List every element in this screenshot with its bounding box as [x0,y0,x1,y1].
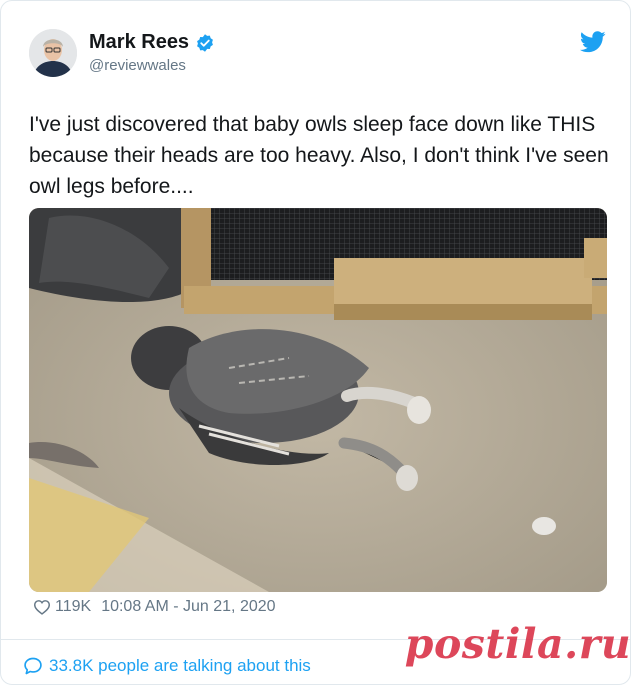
tweet-card: Mark Rees @reviewwales I've just discove… [0,0,631,685]
tweet-text: I've just discovered that baby owls slee… [29,113,609,198]
twitter-bird-icon[interactable] [580,31,606,53]
author-name-row[interactable]: Mark Rees [89,31,215,54]
heart-icon[interactable] [33,599,51,615]
tweet-meta: 119K 10:08 AM - Jun 21, 2020 [33,598,276,616]
baby-owl-photo [29,208,607,592]
postila-watermark: postila.ru [404,620,632,668]
conversation-link[interactable]: 33.8K people are talking about this [23,656,311,676]
author-handle[interactable]: @reviewwales [89,57,186,74]
talking-count-text[interactable]: 33.8K people are talking about this [49,656,311,676]
avatar-image [29,29,77,77]
tweet-photo[interactable] [29,208,607,592]
verified-badge-icon [197,33,213,52]
tweet-timestamp[interactable]: 10:08 AM - Jun 21, 2020 [101,598,275,616]
author-display-name[interactable]: Mark Rees [89,31,189,54]
avatar[interactable] [29,29,77,77]
speech-bubble-icon [24,657,42,675]
like-count[interactable]: 119K [55,598,91,616]
